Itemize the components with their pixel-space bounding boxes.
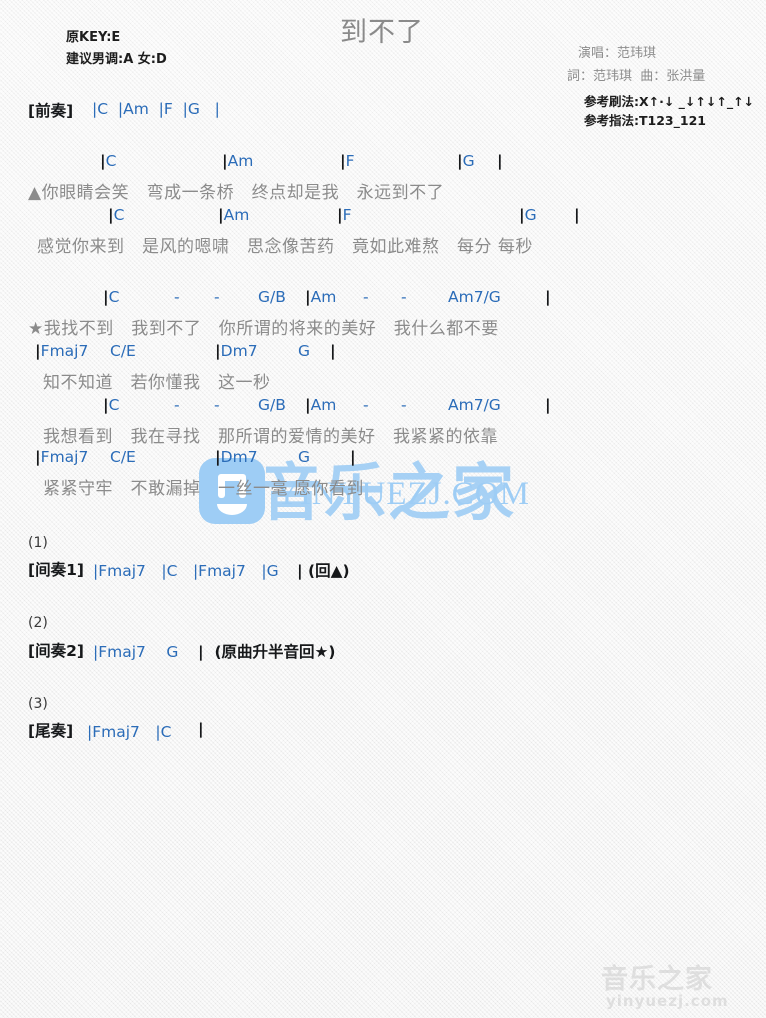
chord-token: -: [174, 396, 180, 414]
chord-name: Am: [227, 152, 254, 170]
chord-name: Am: [310, 396, 337, 414]
bar-separator-icon: |: [330, 342, 336, 360]
chord-token: |: [350, 448, 356, 466]
lyric-row: 我想看到 我在寻找 那所谓的爱情的美好 我紧紧的依靠: [43, 427, 498, 447]
chord-name: G: [524, 206, 537, 224]
suggested-key-label: 建议男调:A 女:D: [66, 52, 167, 67]
chord-name: C: [113, 206, 125, 224]
section-label-interlude-1: [间奏1]: [28, 561, 84, 579]
chord-name: F: [342, 206, 352, 224]
strum-pattern-label: 参考刷法:X↑·↓ _↓↑↓↑_↑↓: [584, 94, 755, 109]
chord-token: Am7/G: [448, 396, 501, 414]
chord-token: -: [401, 396, 407, 414]
ending-number: (3): [28, 696, 48, 712]
chord-row: |Fmaj7 C/E |Dm7 G |: [0, 448, 766, 474]
chord-name: C: [105, 152, 117, 170]
chord-token: G: [298, 448, 311, 466]
bar-separator-icon: |: [545, 396, 551, 414]
chord-token: C/E: [110, 342, 136, 360]
intro-chords: |C |Am |F |G |: [92, 100, 220, 118]
chord-token: Am7/G: [448, 288, 501, 306]
chord-token: |Am: [305, 396, 336, 414]
lyric-row: ★我找不到 我到不了 你所谓的将来的美好 我什么都不要: [28, 319, 499, 339]
chord-token: |Dm7: [215, 448, 258, 466]
chord-token: -: [363, 288, 369, 306]
chord-token: |Fmaj7: [35, 448, 88, 466]
singer-label: 演唱：范玮琪: [578, 46, 657, 61]
page-title: 到不了: [340, 17, 424, 48]
section-label-intro: [前奏]: [28, 102, 74, 120]
chord-token: |: [497, 152, 503, 170]
writers-label: 詞：范玮琪 曲：张洪量: [567, 69, 706, 84]
chord-row: |C - - G/B |Am - - Am7/G |: [0, 396, 766, 422]
chord-token: |G: [457, 152, 475, 170]
outro-chords: |Fmaj7 |C: [87, 723, 172, 741]
ending-number: (1): [28, 535, 48, 551]
chord-name: Fmaj7: [40, 448, 89, 466]
chord-token: |C: [108, 206, 125, 224]
lyric-row: 知不知道 若你懂我 这一秒: [43, 373, 271, 393]
chord-token: |C: [103, 396, 120, 414]
outro-note: |: [198, 720, 204, 738]
chord-row: |C |Am |F |G |: [0, 206, 766, 232]
chord-name: C: [108, 288, 120, 306]
bar-separator-icon: |: [574, 206, 580, 224]
chord-token: |Am: [218, 206, 249, 224]
chord-row: |C |Am |F |G |: [0, 152, 766, 178]
section-label-outro: [尾奏]: [28, 722, 74, 740]
chord-row: |Fmaj7 C/E |Dm7 G |: [0, 342, 766, 368]
chord-token: -: [214, 396, 220, 414]
chord-row: |C - - G/B |Am - - Am7/G |: [0, 288, 766, 314]
section-label-interlude-2: [间奏2]: [28, 642, 84, 660]
interlude-2-note: | (原曲升半音回★): [198, 643, 336, 661]
chord-token: |Fmaj7: [35, 342, 88, 360]
chord-token: |F: [340, 152, 355, 170]
interlude-1-note: | (回▲): [297, 562, 350, 580]
lyric-row: ▲你眼睛会笑 弯成一条桥 终点却是我 永远到不了: [28, 183, 445, 203]
chord-name: Am: [223, 206, 250, 224]
chord-name: G: [462, 152, 475, 170]
finger-pattern-label: 参考指法:T123_121: [584, 113, 706, 128]
chord-token: -: [214, 288, 220, 306]
chord-token: G: [298, 342, 311, 360]
chord-name: F: [345, 152, 355, 170]
chord-token: -: [363, 396, 369, 414]
bar-separator-icon: |: [350, 448, 356, 466]
original-key-label: 原KEY:E: [66, 30, 121, 45]
lyric-row: 感觉你来到 是风的嗯啸 思念像苦药 竟如此难熬 每分 每秒: [37, 237, 533, 257]
chord-token: |: [330, 342, 336, 360]
interlude-1-chords: |Fmaj7 |C |Fmaj7 |G: [93, 562, 279, 580]
chord-token: C/E: [110, 448, 136, 466]
chord-token: |: [545, 396, 551, 414]
interlude-2-chords: |Fmaj7 G: [93, 643, 179, 661]
chord-token: G/B: [258, 288, 286, 306]
chord-name: Am: [310, 288, 337, 306]
chord-token: |: [574, 206, 580, 224]
chord-token: |G: [519, 206, 537, 224]
ending-number: (2): [28, 615, 48, 631]
chord-token: |C: [103, 288, 120, 306]
lyric-row: 紧紧守牢 不敢漏掉 一丝一毫 愿你看到: [43, 479, 364, 499]
chord-name: C: [108, 396, 120, 414]
chord-token: |Am: [222, 152, 253, 170]
chord-name: Dm7: [220, 448, 258, 466]
bar-separator-icon: |: [545, 288, 551, 306]
chord-name: Dm7: [220, 342, 258, 360]
chord-token: -: [174, 288, 180, 306]
chord-token: |F: [337, 206, 352, 224]
chord-token: |: [545, 288, 551, 306]
bar-separator-icon: |: [497, 152, 503, 170]
chord-token: -: [401, 288, 407, 306]
chord-token: G/B: [258, 396, 286, 414]
chord-token: |C: [100, 152, 117, 170]
chord-token: |Dm7: [215, 342, 258, 360]
chord-name: Fmaj7: [40, 342, 89, 360]
chord-token: |Am: [305, 288, 336, 306]
